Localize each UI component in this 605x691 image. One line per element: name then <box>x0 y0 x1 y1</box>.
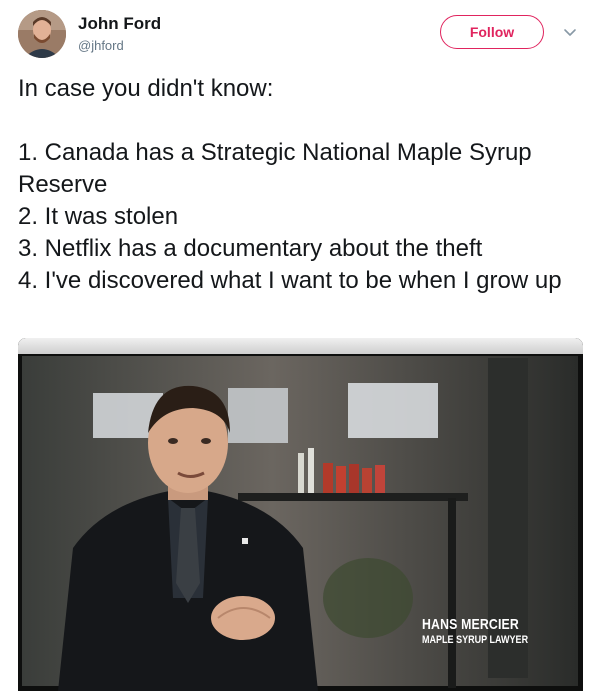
follow-button[interactable]: Follow <box>440 15 544 49</box>
tweet-media-photo[interactable]: HANS MERCIER MAPLE SYRUP LAWYER <box>18 338 583 691</box>
video-caption-role: MAPLE SYRUP LAWYER <box>422 634 529 646</box>
tweet-body: In case you didn't know: 1. Canada has a… <box>18 73 588 297</box>
tweet-line-2: 2. It was stolen <box>18 203 179 230</box>
video-caption-name: HANS MERCIER <box>422 616 519 633</box>
tweet-line-intro: In case you didn't know: <box>18 75 274 102</box>
chevron-down-icon[interactable] <box>562 24 578 40</box>
avatar-icon <box>18 10 66 58</box>
tweet-line-1: 1. Canada has a Strategic National Maple… <box>18 139 532 198</box>
author-handle[interactable]: @jhford <box>78 38 124 53</box>
author-name[interactable]: John Ford <box>78 14 161 34</box>
user-avatar[interactable] <box>18 10 66 58</box>
tweet-line-4: 4. I've discovered what I want to be whe… <box>18 267 562 294</box>
tweet-header: John Ford @jhford Follow <box>18 10 588 62</box>
tweet-line-3: 3. Netflix has a documentary about the t… <box>18 235 483 262</box>
